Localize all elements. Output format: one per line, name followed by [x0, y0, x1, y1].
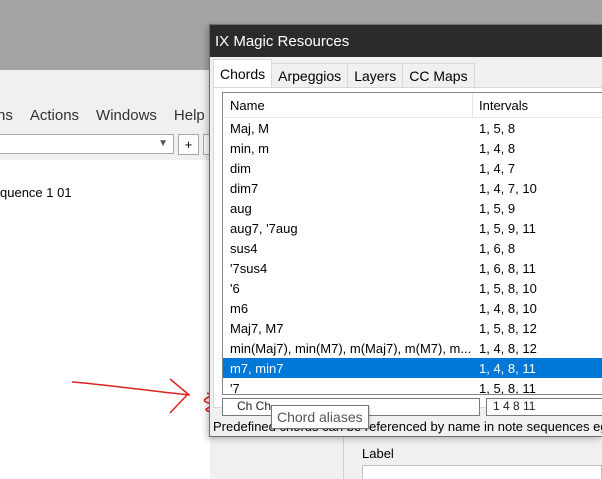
list-item[interactable]: m7, min7 1, 4, 8, 11 — [223, 358, 602, 378]
column-header-name[interactable]: Name — [223, 93, 473, 117]
chord-name: aug7, '7aug — [230, 220, 298, 236]
chords-list[interactable]: Name Intervals Maj, M 1, 5, 8 min, m 1, 4, … — [222, 92, 602, 395]
chord-intervals: 1, 4, 7 — [479, 160, 516, 176]
list-item[interactable]: Maj7, M7 1, 5, 8, 12 — [223, 318, 602, 338]
chord-name: Maj, M — [230, 120, 269, 136]
chord-name: dim7 — [230, 180, 259, 196]
chord-name: m7, min7 — [230, 360, 284, 376]
chord-intervals: 1, 4, 8, 10 — [479, 300, 537, 316]
tooltip: Chord aliases — [271, 405, 369, 429]
magic-resources-dialog: IX Magic Resources Chords Arpeggios Laye… — [209, 24, 602, 437]
label-field[interactable] — [362, 465, 602, 479]
chord-intervals: 1, 4, 8, 11 — [479, 360, 536, 376]
dialog-titlebar[interactable]: IX Magic Resources — [210, 25, 602, 57]
chord-name: '7sus4 — [230, 260, 268, 276]
background-content-area — [0, 160, 210, 479]
list-item[interactable]: m6 1, 4, 8, 10 — [223, 298, 602, 318]
chevron-down-icon: ▼ — [158, 138, 168, 149]
chord-intervals: 1, 5, 8, 11 — [479, 380, 536, 395]
chord-name: dim — [230, 160, 251, 176]
tab-chords[interactable]: Chords — [213, 59, 273, 87]
chord-intervals: 1, 6, 8 — [479, 240, 516, 256]
chord-intervals: 1, 5, 8, 10 — [479, 280, 537, 296]
chord-name: aug — [230, 200, 252, 216]
add-button[interactable]: + — [178, 134, 199, 155]
chord-intervals: 1, 4, 8 — [479, 140, 516, 156]
chord-name: '6 — [230, 280, 240, 296]
list-item[interactable]: sus4 1, 6, 8 — [223, 238, 602, 258]
background-menubar: ns Actions Windows Help — [0, 100, 222, 130]
background-combobox[interactable]: ▼ — [0, 134, 174, 154]
list-item[interactable]: dim7 1, 4, 7, 10 — [223, 178, 602, 198]
menu-item-options[interactable]: ns — [0, 107, 13, 124]
chord-name: min(Maj7), min(M7), m(Maj7), m(M7), m... — [230, 340, 472, 356]
dialog-title: IX Magic Resources — [215, 32, 350, 50]
chord-name: sus4 — [230, 240, 258, 256]
tab-cc-maps[interactable]: CC Maps — [402, 63, 475, 87]
chord-intervals: 1, 6, 8, 11 — [479, 260, 536, 276]
menu-item-windows[interactable]: Windows — [96, 107, 157, 124]
list-item[interactable]: Maj, M 1, 5, 8 — [223, 118, 602, 138]
menu-item-help[interactable]: Help — [174, 107, 205, 124]
chord-name: '7 — [230, 380, 240, 395]
list-item[interactable]: aug 1, 5, 9 — [223, 198, 602, 218]
chords-tab-page: Name Intervals Maj, M 1, 5, 8 min, m 1, 4, … — [213, 87, 602, 416]
chord-intervals: 1, 4, 7, 10 — [479, 180, 537, 196]
chord-intervals: 1, 5, 9 — [479, 200, 516, 216]
chord-intervals: 1, 5, 8, 12 — [479, 320, 537, 336]
list-item[interactable]: min(Maj7), min(M7), m(Maj7), m(M7), m...… — [223, 338, 602, 358]
chord-name: Maj7, M7 — [230, 320, 284, 336]
chord-intervals: 1, 5, 8 — [479, 120, 516, 136]
list-item[interactable]: min, m 1, 4, 8 — [223, 138, 602, 158]
chord-intervals-input[interactable]: 1 4 8 11 — [486, 398, 602, 416]
annotation-arrow-icon — [71, 378, 213, 414]
chord-intervals: 1, 4, 8, 12 — [479, 340, 537, 356]
list-header: Name Intervals — [223, 93, 602, 118]
column-header-intervals[interactable]: Intervals — [473, 93, 528, 117]
tab-layers[interactable]: Layers — [347, 63, 404, 87]
menu-item-actions[interactable]: Actions — [30, 107, 79, 124]
list-rows: Maj, M 1, 5, 8 min, m 1, 4, 8 dim 1, 4, 7 dim7… — [223, 118, 602, 395]
list-item[interactable]: '7 1, 5, 8, 11 — [223, 378, 602, 395]
panel-label: Label — [362, 446, 394, 461]
chord-name: min, m — [230, 140, 269, 156]
sequence-label: quence 1 01 — [0, 185, 72, 200]
chord-name: m6 — [230, 300, 249, 316]
list-item[interactable]: '7sus4 1, 6, 8, 11 — [223, 258, 602, 278]
tab-arpeggios[interactable]: Arpeggios — [271, 63, 349, 87]
chord-intervals: 1, 5, 9, 11 — [479, 220, 536, 236]
tab-strip: Chords Arpeggios Layers CC Maps — [213, 59, 475, 87]
list-item[interactable]: aug7, '7aug 1, 5, 9, 11 — [223, 218, 602, 238]
list-item[interactable]: '6 1, 5, 8, 10 — [223, 278, 602, 298]
list-item[interactable]: dim 1, 4, 7 — [223, 158, 602, 178]
